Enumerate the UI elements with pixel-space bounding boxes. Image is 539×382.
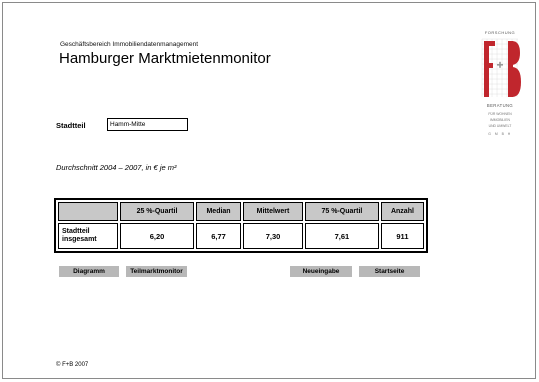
logo-bottom-line-5: G M B H: [488, 132, 512, 136]
logo-bottom-line-4: UND UMWELT: [489, 124, 512, 128]
header-75-quartil: 75 %-Quartil: [304, 202, 379, 221]
table-header-row: 25 %-Quartil Median Mittelwert 75 %-Quar…: [58, 202, 424, 221]
header-median: Median: [195, 202, 242, 221]
header-mittelwert: Mittelwert: [243, 202, 303, 221]
value-anzahl: 911: [380, 223, 424, 249]
diagramm-button[interactable]: Diagramm: [59, 266, 119, 277]
row-label: Stadtteil insgesamt: [58, 223, 118, 249]
value-25-quartil: 6,20: [120, 223, 194, 249]
header-anzahl: Anzahl: [380, 202, 424, 221]
department-label: Geschäftsbereich Immobiliendatenmanageme…: [60, 41, 199, 48]
neueingabe-button[interactable]: Neueingabe: [290, 266, 352, 277]
copyright: © F+B 2007: [56, 362, 89, 368]
table-header-blank: [58, 202, 118, 221]
district-label: Stadtteil: [56, 121, 86, 130]
logo-bottom-line-2: FÜR WOHNEN: [488, 112, 512, 116]
results-table: 25 %-Quartil Median Mittelwert 75 %-Quar…: [54, 198, 428, 253]
table-row: Stadtteil insgesamt 6,20 6,77 7,30 7,61 …: [58, 223, 424, 249]
district-field[interactable]: Hamm-Mitte: [107, 118, 188, 131]
teilmarktmonitor-button[interactable]: Teilmarktmonitor: [126, 266, 187, 277]
startseite-button[interactable]: Startseite: [359, 266, 420, 277]
logo-bottom-line-3: IMMOBILIEN: [490, 118, 511, 122]
logo-bottom-line-1: BERATUNG: [487, 103, 513, 108]
row-label-line1: Stadtteil: [62, 228, 90, 235]
row-label-line2: insgesamt: [62, 236, 97, 243]
fb-logo: FORSCHUNG BERATUNG FÜR WOHNEN IMMOBILIEN…: [481, 30, 521, 136]
header-25-quartil: 25 %-Quartil: [120, 202, 194, 221]
average-note: Durchschnitt 2004 – 2007, in € je m²: [56, 163, 177, 172]
page-title: Hamburger Marktmietenmonitor: [59, 50, 271, 67]
value-median: 6,77: [195, 223, 242, 249]
logo-top-text: FORSCHUNG: [485, 30, 515, 35]
value-75-quartil: 7,61: [304, 223, 379, 249]
value-mittelwert: 7,30: [243, 223, 303, 249]
